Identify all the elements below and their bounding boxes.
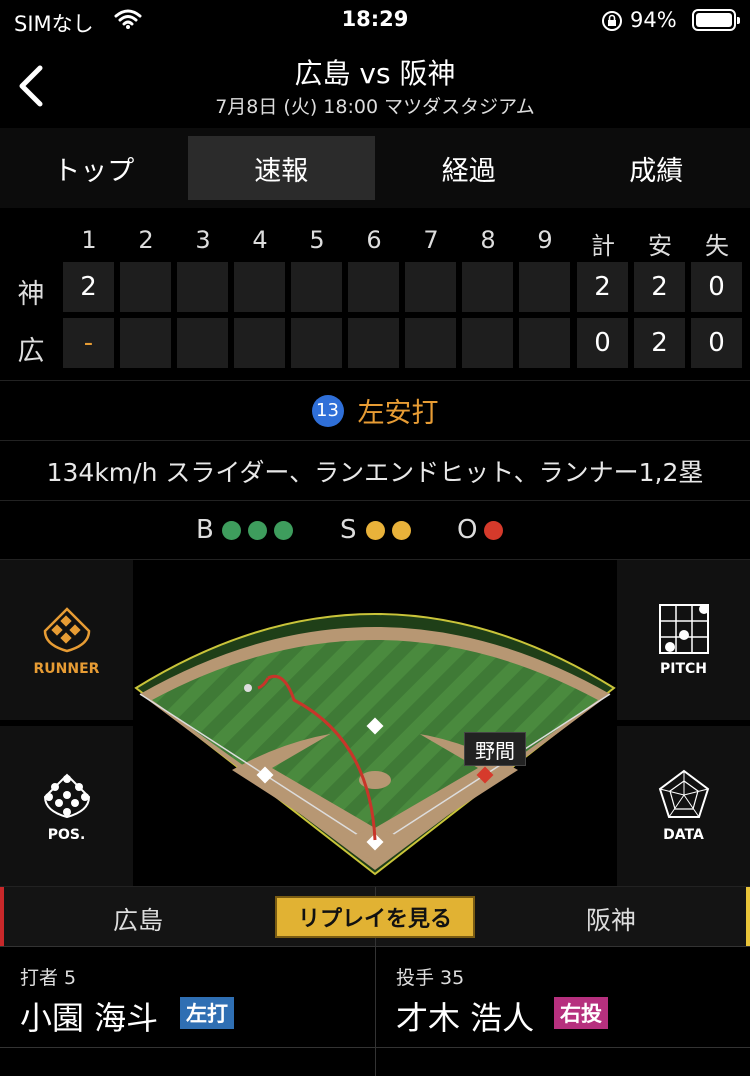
tab-live[interactable]: 速報	[187, 136, 375, 200]
total-errors-cell: 0	[691, 262, 742, 312]
score-cell	[177, 318, 228, 368]
positions-icon	[43, 773, 90, 819]
pitcher-panel[interactable]: 投手 35 才木 浩人 右投	[376, 947, 750, 1076]
score-cell	[462, 262, 513, 312]
total-header-errors: 失	[705, 232, 729, 260]
play-result: 13 左安打	[0, 380, 750, 440]
score-cell	[234, 318, 285, 368]
battery-percent: 94%	[630, 8, 677, 32]
score-cell: -	[63, 318, 114, 368]
pitcher-hand-badge: 右投	[554, 997, 608, 1029]
ball-indicator	[274, 521, 293, 540]
nav-bar: 広島 vs 阪神 7月8日 (火) 18:00 マツダスタジアム	[0, 42, 750, 128]
total-hits-cell: 2	[634, 318, 685, 368]
status-bar: SIMなし 18:29 94%	[0, 0, 750, 42]
divider	[0, 1047, 375, 1048]
inning-header: 7	[423, 226, 439, 254]
field-area: RUNNER POS. PITCH DATA 野間	[0, 560, 750, 886]
away-team-accent	[746, 887, 750, 947]
away-team-label: 阪神	[586, 906, 637, 935]
score-cell	[291, 262, 342, 312]
diamond-icon	[43, 607, 90, 653]
runner-button[interactable]: RUNNER	[0, 560, 133, 720]
out-label: O	[457, 515, 478, 545]
batter-hand-badge: 左打	[180, 997, 234, 1029]
page-title: 広島 vs 阪神	[294, 57, 456, 90]
player-panels: 打者 5 小園 海斗 左打 投手 35 才木 浩人 右投	[0, 946, 750, 1076]
inning-header: 9	[537, 226, 553, 254]
home-team-label: 広島	[113, 906, 164, 935]
tab-bar: トップ 速報 経過 成績	[0, 128, 750, 208]
ball-label: B	[196, 515, 214, 545]
score-cell	[348, 318, 399, 368]
team-abbrev-home: 広	[17, 336, 45, 367]
score-cell	[462, 318, 513, 368]
score-cell	[234, 262, 285, 312]
inning-header: 6	[366, 226, 382, 254]
out-indicator	[484, 521, 503, 540]
score-cell	[519, 318, 570, 368]
team-bar: 広島 リプレイを見る 阪神	[0, 886, 750, 947]
fielder-tag: 野間	[464, 732, 526, 766]
batter-name: 小園 海斗	[20, 999, 159, 1037]
pitcher-name: 才木 浩人	[396, 999, 535, 1037]
scoreboard: 1 2 3 4 5 6 7 8 9 計 安 失 神 2 2 2 0 広 - 0 …	[0, 208, 750, 380]
divider	[376, 1047, 750, 1048]
total-runs-cell: 0	[577, 318, 628, 368]
total-header-hits: 安	[648, 232, 672, 260]
pitch-button[interactable]: PITCH	[617, 560, 750, 720]
home-team-accent	[0, 887, 4, 947]
data-label: DATA	[663, 827, 704, 843]
play-number-badge: 13	[311, 394, 344, 427]
inning-header: 4	[252, 226, 268, 254]
batter-role: 打者 5	[20, 967, 77, 989]
strike-indicator	[366, 521, 385, 540]
position-button[interactable]: POS.	[0, 726, 133, 886]
game-info: 7月8日 (火) 18:00 マツダスタジアム	[215, 96, 535, 118]
tab-top[interactable]: トップ	[0, 136, 188, 200]
score-cell: 2	[63, 262, 114, 312]
tab-progress[interactable]: 経過	[375, 136, 563, 200]
rotation-lock-icon	[601, 10, 623, 36]
score-cell	[348, 262, 399, 312]
batter-panel[interactable]: 打者 5 小園 海斗 左打	[0, 947, 375, 1076]
ball-count: B S O	[0, 500, 750, 560]
score-cell	[291, 318, 342, 368]
replay-button[interactable]: リプレイを見る	[275, 896, 475, 938]
data-button[interactable]: DATA	[617, 726, 750, 886]
tab-stats[interactable]: 成績	[563, 136, 750, 200]
play-result-text: 左安打	[357, 398, 439, 429]
score-cell	[405, 318, 456, 368]
inning-header: 3	[195, 226, 211, 254]
pitch-label: PITCH	[659, 661, 707, 677]
pitcher-role: 投手 35	[396, 967, 465, 989]
score-cell	[405, 262, 456, 312]
total-header-runs: 計	[591, 232, 615, 260]
strike-label: S	[340, 515, 357, 545]
play-description: 134km/h スライダー、ランエンドヒット、ランナー1,2塁	[0, 440, 750, 500]
score-cell	[519, 262, 570, 312]
total-errors-cell: 0	[691, 318, 742, 368]
ball-indicator	[222, 521, 241, 540]
score-cell	[120, 262, 171, 312]
baseball-field	[134, 613, 616, 876]
pos-label: POS.	[47, 827, 86, 843]
inning-header: 1	[81, 226, 97, 254]
radar-chart-icon	[658, 769, 709, 818]
score-cell	[120, 318, 171, 368]
score-cell	[177, 262, 228, 312]
runner-label: RUNNER	[33, 661, 100, 677]
pitch-grid-icon	[658, 604, 709, 654]
total-runs-cell: 2	[577, 262, 628, 312]
total-hits-cell: 2	[634, 262, 685, 312]
inning-header: 5	[309, 226, 325, 254]
ball-indicator	[248, 521, 267, 540]
battery-icon	[692, 9, 740, 31]
inning-header: 2	[138, 226, 154, 254]
team-abbrev-away: 神	[17, 279, 45, 310]
strike-indicator	[392, 521, 411, 540]
inning-header: 8	[480, 226, 496, 254]
